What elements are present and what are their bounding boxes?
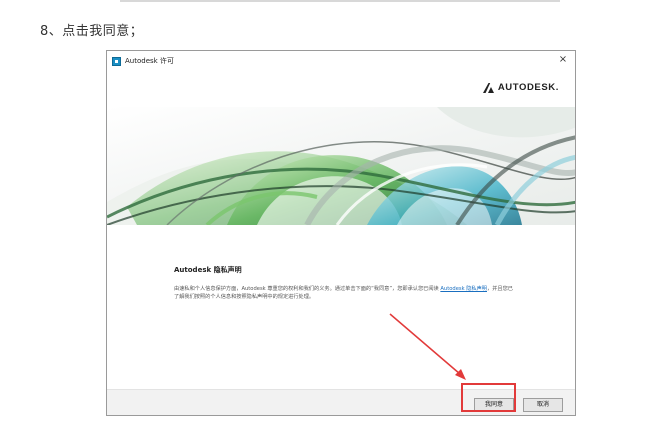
annotation-arrow-icon [389,313,466,380]
